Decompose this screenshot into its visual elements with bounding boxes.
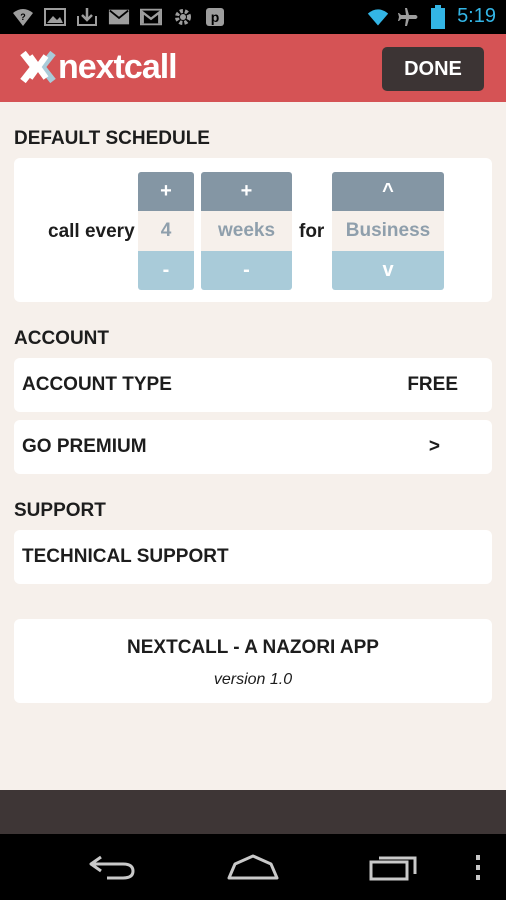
logo-text: nextcall	[58, 48, 178, 86]
status-bar: ? p 5:19	[0, 0, 506, 34]
count-increment-button[interactable]: +	[138, 172, 194, 211]
account-type-label: ACCOUNT TYPE	[22, 374, 172, 395]
home-icon[interactable]	[222, 848, 284, 886]
technical-support-label: TECHNICAL SUPPORT	[22, 546, 229, 567]
unit-stepper: + weeks -	[201, 172, 292, 290]
chevron-right-icon: >	[428, 436, 440, 457]
app-header: nextcall DONE	[0, 34, 506, 102]
navigation-bar	[0, 834, 506, 900]
support-heading: SUPPORT	[14, 500, 106, 521]
category-next-button[interactable]: ^	[332, 172, 444, 211]
account-heading: ACCOUNT	[14, 328, 109, 349]
battery-icon	[427, 4, 449, 29]
gmail-icon	[140, 6, 162, 28]
wifi-icon	[367, 6, 389, 28]
svg-text:?: ?	[20, 12, 26, 22]
svg-text:p: p	[211, 9, 220, 25]
airplane-icon	[397, 6, 419, 28]
call-every-label: call every	[48, 221, 135, 242]
technical-support-row[interactable]: TECHNICAL SUPPORT	[14, 530, 492, 584]
unit-value: weeks	[201, 211, 292, 251]
wifi-question-icon: ?	[12, 6, 34, 28]
download-icon	[76, 6, 98, 28]
gear-icon	[172, 6, 194, 28]
nextcall-logo: nextcall	[20, 48, 178, 86]
count-stepper: + 4 -	[138, 172, 194, 290]
footer-bar	[0, 790, 506, 834]
go-premium-label: GO PREMIUM	[22, 436, 147, 457]
about-card: NEXTCALL - A NAZORI APP version 1.0	[14, 619, 492, 703]
image-icon	[44, 6, 66, 28]
menu-icon[interactable]	[468, 848, 488, 886]
about-title: NEXTCALL - A NAZORI APP	[127, 637, 379, 658]
category-stepper: ^ Business v	[332, 172, 444, 290]
recent-apps-icon[interactable]	[364, 848, 424, 886]
category-value: Business	[332, 211, 444, 251]
for-label: for	[299, 221, 325, 242]
account-type-value: FREE	[407, 374, 458, 395]
version-text: version 1.0	[213, 671, 293, 688]
go-premium-row[interactable]: GO PREMIUM >	[14, 420, 492, 474]
back-icon[interactable]	[82, 848, 142, 886]
pandora-icon: p	[204, 6, 226, 28]
unit-decrement-button[interactable]: -	[201, 251, 292, 290]
category-previous-button[interactable]: v	[332, 251, 444, 290]
count-value: 4	[138, 211, 194, 251]
account-type-row: ACCOUNT TYPE FREE	[14, 358, 492, 412]
x-logo-icon	[20, 50, 56, 84]
unit-increment-button[interactable]: +	[201, 172, 292, 211]
gmail-icon	[108, 6, 130, 28]
schedule-heading: DEFAULT SCHEDULE	[14, 128, 210, 149]
count-decrement-button[interactable]: -	[138, 251, 194, 290]
clock: 5:19	[457, 5, 496, 27]
done-button[interactable]: DONE	[382, 47, 484, 91]
notification-icons: ? p	[12, 6, 226, 28]
system-icons: 5:19	[367, 4, 496, 29]
schedule-card: call every + 4 - + weeks - for ^ Busines…	[14, 158, 492, 302]
